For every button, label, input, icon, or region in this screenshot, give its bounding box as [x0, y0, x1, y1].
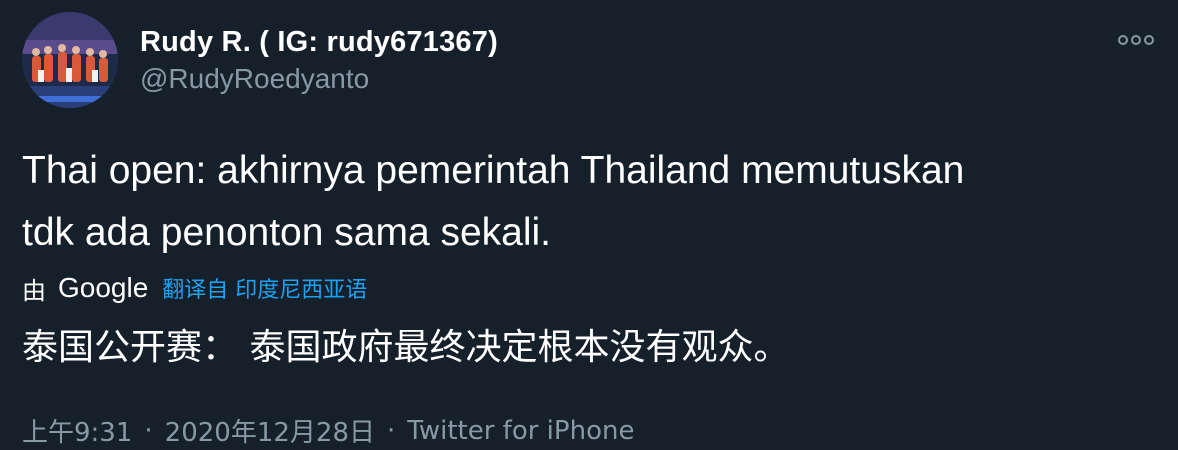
tweet-text: Thai open: akhirnya pemerintah Thailand …: [22, 149, 965, 254]
meta-separator: ·: [387, 415, 396, 446]
more-horizontal-icon: [1118, 35, 1154, 45]
tweet-date[interactable]: 2020年12月28日: [165, 412, 375, 449]
author-avatar[interactable]: [22, 12, 118, 108]
tweet-card: Rudy R. ( IG: rudy671367) @RudyRoedyanto…: [0, 0, 1178, 450]
author-handle[interactable]: @RudyRoedyanto: [140, 63, 369, 95]
translated-tweet-text: 泰国公开赛： 泰国政府最终决定根本没有观众。: [22, 327, 790, 368]
tweet-time[interactable]: 上午9:31: [22, 412, 132, 449]
tweet-metadata: 上午9:31 · 2020年12月28日 · Twitter for iPhon…: [22, 412, 634, 449]
translated-by-label: 由: [22, 276, 46, 305]
meta-separator: ·: [144, 415, 153, 446]
translated-from-link[interactable]: 翻译自 印度尼西亚语: [162, 272, 367, 304]
google-logo: Google: [58, 272, 149, 303]
team-photo-avatar-icon: [22, 12, 118, 108]
tweet-source-link[interactable]: Twitter for iPhone: [407, 416, 634, 446]
author-display-name[interactable]: Rudy R. ( IG: rudy671367): [140, 26, 498, 59]
translation-attribution: 由 Google 翻译自 印度尼西亚语: [22, 268, 367, 308]
more-options-button[interactable]: [1116, 28, 1156, 52]
